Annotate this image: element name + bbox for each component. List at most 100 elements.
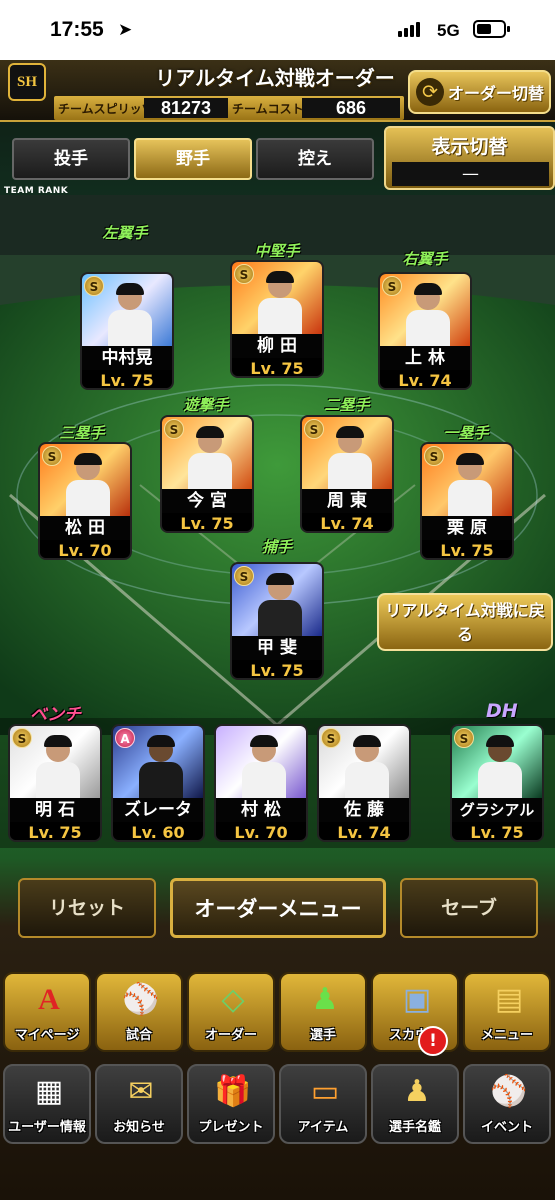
player-card-third-base[interactable]: S 松 田 Lv. 70 [38,442,132,560]
nav-label: オーダー [204,1028,257,1043]
player-card-center-field[interactable]: S 柳 田 Lv. 75 [230,260,324,378]
player-level: Lv. 75 [82,370,172,388]
mypage-icon: A [38,983,60,1016]
clock: 17:55 [50,18,104,41]
notice-icon: ✉ [128,1074,154,1109]
player-card-catcher[interactable]: S 甲 斐 Lv. 75 [230,562,324,680]
player-name: 柳 田 [232,334,322,358]
nav-notice[interactable]: ✉ お知らせ [95,1064,183,1144]
rank-s-badge: S [164,419,184,439]
network-type: 5G [437,21,460,40]
bench-player-card[interactable]: 村 松 Lv. 70 [214,724,308,842]
player-level: Lv. 70 [40,540,130,558]
dh-label: DH [486,700,518,722]
rank-s-badge: S [42,446,62,466]
rank-s-badge: S [304,419,324,439]
save-button[interactable]: セーブ [400,878,538,938]
order-menu-button[interactable]: オーダーメニュー [170,878,386,938]
menu-icon: ▤ [494,982,524,1017]
nav-label: 試合 [125,1028,152,1043]
nav-label: プレゼント [198,1120,264,1135]
right-field-label: 右翼手 [402,250,448,268]
nav-directory[interactable]: ♟ 選手名鑑 [371,1064,459,1144]
scout-notification-badge: ! [418,1026,448,1056]
display-switch-title: 表示切替 [431,136,508,158]
bench-player-card[interactable]: A ズレータ Lv. 60 [111,724,205,842]
bench-player-card[interactable]: S 佐 藤 Lv. 74 [317,724,411,842]
player-level: Lv. 60 [113,822,203,840]
nav-player[interactable]: ♟ 選手 [279,972,367,1052]
rank-s-badge: S [84,276,104,296]
nav-label: 選手 [309,1028,336,1043]
order-switch-label: オーダー切替 [448,84,545,103]
player-level: Lv. 75 [232,660,322,678]
nav-item[interactable]: ▭ アイテム [279,1064,367,1144]
tab-pitcher[interactable]: 投手 [12,138,130,180]
third-base-label: 三塁手 [59,424,105,442]
nav-present[interactable]: 🎁 プレゼント [187,1064,275,1144]
player-name: 栗 原 [422,516,512,540]
team-spirits-value: 81273 [144,98,228,118]
player-level: Lv. 74 [302,513,392,531]
tab-reserve[interactable]: 控え [256,138,374,180]
player-name: 明 石 [10,798,100,822]
bench-player-card[interactable]: S 明 石 Lv. 75 [8,724,102,842]
sub-nav: ▦ ユーザー情報 ✉ お知らせ 🎁 プレゼント ▭ アイテム ♟ 選手名鑑 ⚾ … [0,1064,555,1148]
player-level: Lv. 74 [380,370,470,388]
nav-label: マイページ [14,1028,80,1043]
catcher-label: 捕手 [261,538,292,556]
player-name: グラシアル [452,798,542,822]
player-name: 上 林 [380,346,470,370]
nav-label: イベント [480,1120,533,1135]
nav-label: 選手名鑑 [388,1120,441,1135]
display-switch-button[interactable]: 表示切替 — [384,126,555,190]
player-name: 佐 藤 [319,798,409,822]
player-name: 周 東 [302,489,392,513]
player-name: 松 田 [40,516,130,540]
present-icon: 🎁 [214,1074,252,1109]
player-card-first-base[interactable]: S 栗 原 Lv. 75 [420,442,514,560]
first-base-label: 一塁手 [443,424,489,442]
nav-label: ユーザー情報 [8,1120,86,1135]
second-base-label: 二塁手 [324,396,370,414]
rank-s-badge: S [321,728,341,748]
user-info-icon: ▦ [34,1074,64,1109]
dh-player-card[interactable]: S グラシアル Lv. 75 [450,724,544,842]
player-card-right-field[interactable]: S 上 林 Lv. 74 [378,272,472,390]
battery-icon [473,20,510,38]
nav-label: アイテム [297,1120,349,1135]
display-switch-value: — [392,162,549,186]
location-arrow-icon: ➤ [118,20,133,40]
nav-menu[interactable]: ▤ メニュー [463,972,551,1052]
reset-button[interactable]: リセット [18,878,156,938]
rank-s-badge: S [12,728,32,748]
shortstop-label: 遊撃手 [183,396,229,414]
nav-game[interactable]: ⚾ 試合 [95,972,183,1052]
player-level: Lv. 75 [232,358,322,376]
game-screen: SH リアルタイム対戦オーダー チームスピリッツ 81273 チームコスト 68… [0,60,555,1200]
nav-label: メニュー [480,1028,533,1043]
header: SH リアルタイム対戦オーダー チームスピリッツ 81273 チームコスト 68… [0,60,555,122]
team-spirits-label: チームスピリッツ [58,102,154,116]
rank-s-badge: S [234,264,254,284]
player-name: 村 松 [216,798,306,822]
tab-fielder[interactable]: 野手 [134,138,252,180]
item-icon: ▭ [310,1074,340,1109]
nav-order[interactable]: ◇ オーダー [187,972,275,1052]
order-switch-button[interactable]: ⟳ オーダー切替 [408,70,551,114]
player-level: Lv. 70 [216,822,306,840]
nav-mypage[interactable]: A マイページ [3,972,91,1052]
player-level: Lv. 75 [162,513,252,531]
nav-user-info[interactable]: ▦ ユーザー情報 [3,1064,91,1144]
player-card-shortstop[interactable]: S 今 宮 Lv. 75 [160,415,254,533]
back-to-realtime-button[interactable]: リアルタイム対戦に戻る [377,593,553,651]
player-card-left-field[interactable]: S 中村晃 Lv. 75 [80,272,174,390]
field-icon: ◇ [221,982,245,1017]
player-icon: ♟ [311,982,339,1017]
player-name: ズレータ [113,798,203,822]
player-card-second-base[interactable]: S 周 東 Lv. 74 [300,415,394,533]
cellular-signal-icon [398,22,420,37]
left-field-label: 左翼手 [102,224,148,242]
scout-icon: ▣ [402,982,432,1017]
nav-event[interactable]: ⚾ イベント [463,1064,551,1144]
